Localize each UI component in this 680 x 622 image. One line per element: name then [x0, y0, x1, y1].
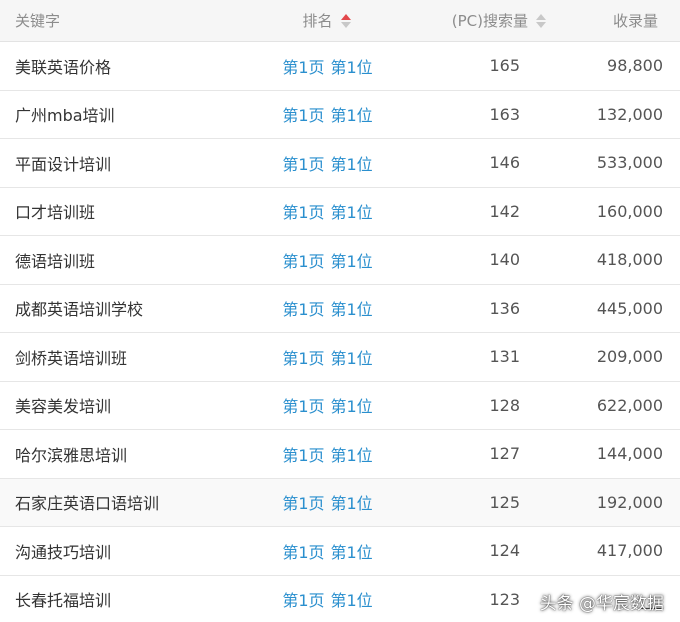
- rank-position-link[interactable]: 第1位: [331, 591, 373, 610]
- rank-position-link[interactable]: 第1位: [331, 252, 373, 271]
- table-row: 剑桥英语培训班 第1页 第1位 131 209,000: [0, 333, 680, 382]
- indexed-cell: 418,000: [596, 250, 663, 270]
- sort-asc-icon: [340, 13, 351, 20]
- rank-cell[interactable]: 第1页 第1位: [250, 296, 395, 320]
- rank-position-link[interactable]: 第1位: [331, 349, 373, 368]
- indexed-cell: 160,000: [596, 201, 663, 221]
- table-header: 关键字 排名 (PC)搜索量 收录量: [0, 0, 680, 42]
- header-rank-label: 排名: [302, 12, 333, 30]
- indexed-cell: 144,000: [596, 444, 663, 464]
- watermark: 头条 @华宸数据: [539, 594, 664, 614]
- rank-position-link[interactable]: 第1位: [331, 397, 373, 416]
- header-indexed: 收录量: [612, 12, 658, 30]
- rank-cell[interactable]: 第1页 第1位: [250, 102, 395, 126]
- indexed-cell: 533,000: [596, 153, 663, 173]
- header-rank[interactable]: 排名: [250, 10, 395, 31]
- keyword-cell: 广州mba培训: [15, 106, 115, 126]
- table-row: 美联英语价格 第1页 第1位 165 98,800: [0, 42, 680, 91]
- rank-page-link[interactable]: 第1页: [282, 252, 324, 271]
- rank-position-link[interactable]: 第1位: [331, 155, 373, 174]
- pc-volume-cell: 140: [489, 250, 520, 270]
- header-keyword: 关键字: [15, 12, 61, 30]
- keyword-cell: 美容美发培训: [15, 397, 112, 417]
- sort-arrows-icon[interactable]: [536, 13, 546, 28]
- rank-page-link[interactable]: 第1页: [282, 155, 324, 174]
- rank-cell[interactable]: 第1页 第1位: [250, 151, 395, 175]
- rank-position-link[interactable]: 第1位: [331, 106, 373, 125]
- pc-volume-cell: 165: [489, 56, 520, 76]
- table-row: 哈尔滨雅思培训 第1页 第1位 127 144,000: [0, 430, 680, 479]
- keyword-ranking-table: 关键字 排名 (PC)搜索量 收录量 美联英语价格 第1页 第1位 165 98,800…: [0, 0, 680, 622]
- sort-arrows-icon[interactable]: [340, 13, 351, 28]
- rank-position-link[interactable]: 第1位: [331, 543, 373, 562]
- rank-cell[interactable]: 第1页 第1位: [250, 539, 395, 563]
- header-pc-volume-label: (PC)搜索量: [451, 12, 528, 30]
- table-row: 广州mba培训 第1页 第1位 163 132,000: [0, 91, 680, 139]
- table-row: 沟通技巧培训 第1页 第1位 124 417,000: [0, 527, 680, 576]
- rank-position-link[interactable]: 第1位: [331, 58, 373, 77]
- rank-cell[interactable]: 第1页 第1位: [250, 490, 395, 514]
- pc-volume-cell: 127: [489, 444, 520, 464]
- table-row: 口才培训班 第1页 第1位 142 160,000: [0, 188, 680, 236]
- rank-position-link[interactable]: 第1位: [331, 494, 373, 513]
- header-pc-volume[interactable]: (PC)搜索量: [395, 10, 550, 31]
- indexed-cell: 192,000: [596, 492, 663, 512]
- rank-position-link[interactable]: 第1位: [331, 300, 373, 319]
- pc-volume-cell: 124: [489, 541, 520, 561]
- rank-page-link[interactable]: 第1页: [282, 543, 324, 562]
- pc-volume-cell: 123: [489, 589, 520, 609]
- keyword-cell: 美联英语价格: [15, 57, 112, 77]
- rank-page-link[interactable]: 第1页: [282, 397, 324, 416]
- indexed-cell: 417,000: [596, 541, 663, 561]
- pc-volume-cell: 163: [489, 104, 520, 124]
- indexed-cell: 132,000: [596, 104, 663, 124]
- keyword-cell: 平面设计培训: [15, 154, 112, 174]
- rank-cell[interactable]: 第1页 第1位: [250, 393, 395, 417]
- rank-page-link[interactable]: 第1页: [282, 591, 324, 610]
- pc-volume-cell: 131: [489, 347, 520, 367]
- pc-volume-cell: 142: [489, 201, 520, 221]
- rank-cell[interactable]: 第1页 第1位: [250, 345, 395, 369]
- pc-volume-cell: 128: [489, 395, 520, 415]
- table-row: 石家庄英语口语培训 第1页 第1位 125 192,000: [0, 478, 680, 527]
- indexed-cell: 209,000: [596, 347, 663, 367]
- rank-page-link[interactable]: 第1页: [282, 58, 324, 77]
- rank-cell[interactable]: 第1页 第1位: [250, 442, 395, 466]
- table-body: 美联英语价格 第1页 第1位 165 98,800 广州mba培训 第1页 第1位 163 132…: [0, 42, 680, 622]
- pc-volume-cell: 125: [489, 492, 520, 512]
- rank-cell[interactable]: 第1页 第1位: [250, 54, 395, 78]
- keyword-cell: 石家庄英语口语培训: [15, 494, 160, 514]
- table-row: 美容美发培训 第1页 第1位 128 622,000: [0, 382, 680, 430]
- keyword-cell: 沟通技巧培训: [15, 542, 112, 562]
- keyword-cell: 成都英语培训学校: [15, 300, 144, 320]
- rank-page-link[interactable]: 第1页: [282, 446, 324, 465]
- indexed-cell: 98,800: [607, 56, 663, 76]
- rank-position-link[interactable]: 第1位: [331, 203, 373, 222]
- pc-volume-cell: 146: [489, 153, 520, 173]
- keyword-cell: 德语培训班: [15, 251, 96, 271]
- table-row: 德语培训班 第1页 第1位 140 418,000: [0, 236, 680, 285]
- table-row: 平面设计培训 第1页 第1位 146 533,000: [0, 139, 680, 188]
- rank-page-link[interactable]: 第1页: [282, 203, 324, 222]
- rank-page-link[interactable]: 第1页: [282, 349, 324, 368]
- rank-position-link[interactable]: 第1位: [331, 446, 373, 465]
- pc-volume-cell: 136: [489, 298, 520, 318]
- rank-page-link[interactable]: 第1页: [282, 494, 324, 513]
- keyword-cell: 口才培训班: [15, 203, 96, 223]
- keyword-cell: 哈尔滨雅思培训: [15, 445, 128, 465]
- keyword-cell: 长春托福培训: [15, 591, 112, 611]
- sort-desc-icon: [340, 21, 351, 28]
- rank-cell[interactable]: 第1页 第1位: [250, 248, 395, 272]
- indexed-cell: 445,000: [596, 298, 663, 318]
- sort-desc-icon: [536, 21, 546, 28]
- rank-page-link[interactable]: 第1页: [282, 300, 324, 319]
- sort-asc-icon: [536, 13, 546, 20]
- keyword-cell: 剑桥英语培训班: [15, 348, 128, 368]
- rank-cell[interactable]: 第1页 第1位: [250, 199, 395, 223]
- rank-page-link[interactable]: 第1页: [282, 106, 324, 125]
- table-row: 成都英语培训学校 第1页 第1位 136 445,000: [0, 285, 680, 333]
- indexed-cell: 622,000: [596, 395, 663, 415]
- rank-cell[interactable]: 第1页 第1位: [250, 587, 395, 611]
